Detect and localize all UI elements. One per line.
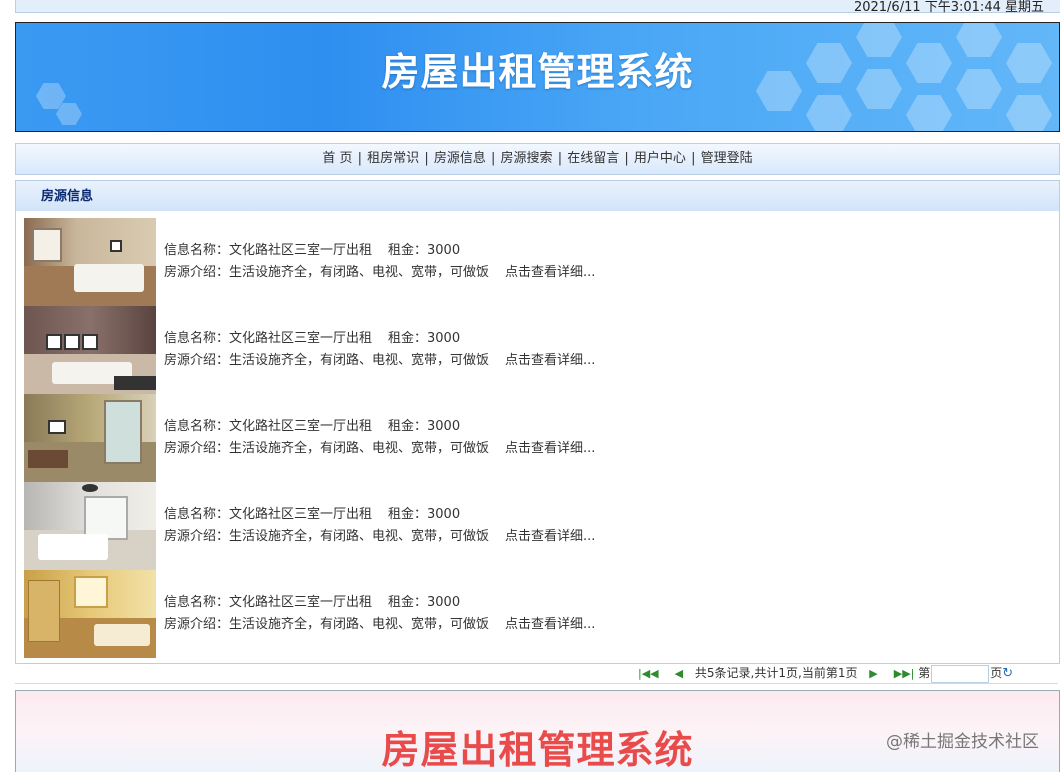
header-banner: 房屋出租管理系统	[15, 22, 1060, 132]
thumb-frame	[64, 334, 80, 350]
page-prefix-label: 第	[918, 666, 931, 680]
listing-desc: 房源介绍：生活设施齐全，有闭路、电视、宽带，可做饭	[164, 265, 490, 280]
nav-listings[interactable]: 房源信息	[434, 151, 486, 166]
banner-hex-decor	[906, 95, 952, 131]
listing-rent: 租金：3000	[388, 507, 461, 522]
listing-thumbnail[interactable]	[24, 482, 156, 570]
go-refresh-icon[interactable]: ↻	[1002, 666, 1013, 681]
listing-desc: 房源介绍：生活设施齐全，有闭路、电视、宽带，可做饭	[164, 353, 490, 368]
listing-name: 信息名称：文化路社区三室一厅出租	[164, 331, 373, 346]
nav-admin-login[interactable]: 管理登陆	[701, 151, 753, 166]
nav-separator: |	[357, 151, 363, 166]
listing-thumbnail[interactable]	[24, 394, 156, 482]
footer-banner: 房屋出租管理系统 @稀土掘金技术社区	[15, 690, 1060, 772]
main-nav: 首 页 | 租房常识 | 房源信息 | 房源搜索 | 在线留言 | 用户中心 |…	[15, 143, 1060, 175]
banner-title: 房屋出租管理系统	[381, 50, 694, 94]
thumb-bench	[114, 376, 156, 390]
thumb-window	[32, 228, 62, 262]
thumb-bed	[38, 534, 108, 560]
detail-link[interactable]: 点击查看详细...	[505, 265, 595, 280]
listing-thumbnail[interactable]	[24, 218, 156, 306]
nav-separator: |	[557, 151, 563, 166]
listing-thumbnail[interactable]	[24, 306, 156, 394]
listing-info: 信息名称：文化路社区三室一厅出租 租金：3000 房源介绍：生活设施齐全，有闭路、…	[164, 416, 595, 460]
listing-rent: 租金：3000	[388, 331, 461, 346]
nav-separator: |	[624, 151, 629, 166]
top-info-bar: 2021/6/11 下午3:01:44 星期五	[15, 0, 1060, 15]
list-item: 信息名称：文化路社区三室一厅出租 租金：3000 房源介绍：生活设施齐全，有闭路、…	[24, 570, 624, 658]
thumb-frame	[46, 334, 62, 350]
divider	[15, 683, 1058, 684]
nav-separator: |	[424, 151, 429, 166]
listing-rent: 租金：3000	[388, 419, 461, 434]
first-page-icon[interactable]: |◀◀	[638, 663, 659, 685]
thumb-frame	[82, 334, 98, 350]
listing-desc: 房源介绍：生活设施齐全，有闭路、电视、宽带，可做饭	[164, 617, 490, 632]
page-suffix-label: 页	[990, 666, 1003, 680]
nav-messages[interactable]: 在线留言	[567, 151, 619, 166]
listing-info: 信息名称：文化路社区三室一厅出租 租金：3000 房源介绍：生活设施齐全，有闭路、…	[164, 504, 595, 548]
listing-name: 信息名称：文化路社区三室一厅出租	[164, 507, 373, 522]
listing-thumbnail[interactable]	[24, 570, 156, 658]
thumb-bed	[94, 624, 150, 646]
detail-link[interactable]: 点击查看详细...	[505, 353, 595, 368]
nav-search[interactable]: 房源搜索	[501, 151, 553, 166]
nav-user-center[interactable]: 用户中心	[634, 151, 686, 166]
listing-desc: 房源介绍：生活设施齐全，有闭路、电视、宽带，可做饭	[164, 529, 490, 544]
datetime-text: 2021/6/11 下午3:01:44 星期五	[853, 0, 1044, 15]
list-item: 信息名称：文化路社区三室一厅出租 租金：3000 房源介绍：生活设施齐全，有闭路、…	[24, 394, 624, 482]
listing-rent: 租金：3000	[388, 595, 461, 610]
thumb-bed	[74, 264, 144, 292]
page-number-input[interactable]	[931, 664, 990, 683]
thumb-window	[74, 576, 108, 608]
next-page-icon[interactable]: ▶	[869, 663, 877, 685]
listing-info: 信息名称：文化路社区三室一厅出租 租金：3000 房源介绍：生活设施齐全，有闭路、…	[164, 240, 595, 284]
list-item: 信息名称：文化路社区三室一厅出租 租金：3000 房源介绍：生活设施齐全，有闭路、…	[24, 482, 624, 570]
listing-info: 信息名称：文化路社区三室一厅出租 租金：3000 房源介绍：生活设施齐全，有闭路、…	[164, 592, 595, 636]
banner-hex-decor	[806, 95, 852, 131]
pagination: |◀◀ ◀ 共5条记录,共计1页,当前第1页 ▶ ▶▶| 第 页↻	[630, 662, 1013, 684]
panel-title: 房源信息	[16, 181, 1059, 211]
thumb-window	[104, 400, 142, 464]
detail-link[interactable]: 点击查看详细...	[505, 529, 595, 544]
banner-hex-decor	[1006, 95, 1052, 131]
nav-home[interactable]: 首 页	[322, 151, 352, 166]
thumb-frame	[48, 420, 66, 434]
listing-desc: 房源介绍：生活设施齐全，有闭路、电视、宽带，可做饭	[164, 441, 490, 456]
thumb-cabinet	[28, 580, 60, 642]
listing-name: 信息名称：文化路社区三室一厅出租	[164, 243, 373, 258]
watermark-text: @稀土掘金技术社区	[886, 732, 1039, 752]
detail-link[interactable]: 点击查看详细...	[505, 441, 595, 456]
listing-rent: 租金：3000	[388, 243, 461, 258]
nav-rental-tips[interactable]: 租房常识	[367, 151, 419, 166]
listings-panel: 房源信息 信息名称：文化路社区三室一厅出租 租金：3000 房源介绍：生活设施齐全…	[15, 180, 1060, 664]
listing-name: 信息名称：文化路社区三室一厅出租	[164, 595, 373, 610]
thumb-frame	[110, 240, 122, 252]
detail-link[interactable]: 点击查看详细...	[505, 617, 595, 632]
list-item: 信息名称：文化路社区三室一厅出租 租金：3000 房源介绍：生活设施齐全，有闭路、…	[24, 218, 624, 306]
pager-summary: 共5条记录,共计1页,当前第1页	[694, 666, 858, 680]
last-page-icon[interactable]: ▶▶|	[894, 663, 915, 685]
listing-info: 信息名称：文化路社区三室一厅出租 租金：3000 房源介绍：生活设施齐全，有闭路、…	[164, 328, 595, 372]
prev-page-icon[interactable]: ◀	[675, 663, 683, 685]
nav-separator: |	[491, 151, 496, 166]
nav-separator: |	[691, 151, 696, 166]
thumb-lamp	[82, 484, 98, 492]
list-item: 信息名称：文化路社区三室一厅出租 租金：3000 房源介绍：生活设施齐全，有闭路、…	[24, 306, 624, 394]
listing-name: 信息名称：文化路社区三室一厅出租	[164, 419, 373, 434]
thumb-sofa	[28, 450, 68, 468]
